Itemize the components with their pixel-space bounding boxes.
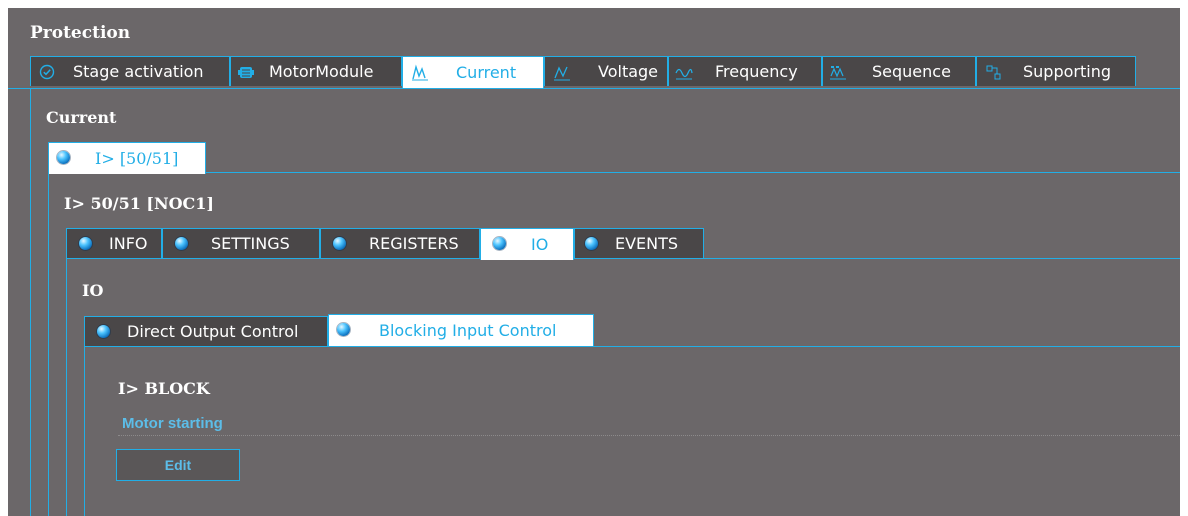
tab-label: Blocking Input Control xyxy=(379,321,557,340)
sequence-icon xyxy=(829,64,846,80)
tab-label: Stage activation xyxy=(73,62,204,81)
tab-label: Frequency xyxy=(715,62,798,81)
tab-io[interactable]: IO xyxy=(480,228,574,260)
tab-label: REGISTERS xyxy=(369,234,459,253)
status-orb-icon xyxy=(97,325,110,338)
tab-frequency[interactable]: Frequency xyxy=(668,56,822,86)
status-orb-icon xyxy=(79,237,92,250)
motor-icon xyxy=(237,64,254,80)
tab-label: INFO xyxy=(109,234,148,253)
io-title: IO xyxy=(82,281,104,300)
frequency-icon xyxy=(675,64,693,80)
current-wave-icon xyxy=(411,64,428,81)
tab-i-50-51[interactable]: I> [50/51] xyxy=(48,142,206,174)
tab-blocking-input-control[interactable]: Blocking Input Control xyxy=(328,314,594,346)
tab-registers[interactable]: REGISTERS xyxy=(320,228,480,258)
edit-button-label: Edit xyxy=(164,457,192,473)
tab-stage-activation[interactable]: Stage activation xyxy=(30,56,230,86)
io-tabbar-line xyxy=(84,346,1180,347)
tab-label: Current xyxy=(456,63,517,82)
stage-tabbar: INFO SETTINGS REGISTERS IO EVENTS xyxy=(8,228,1180,260)
tab-label: EVENTS xyxy=(615,234,679,253)
status-orb-icon xyxy=(175,237,188,250)
protection-tabbar-line xyxy=(8,88,1180,89)
status-orb-icon xyxy=(57,151,70,164)
current-tabbar: I> [50/51] xyxy=(8,142,1180,174)
app-window: Protection Stage activation MotorModule … xyxy=(8,8,1180,516)
stage-title: I> 50/51 [NOC1] xyxy=(64,194,214,213)
tab-motormodule[interactable]: MotorModule xyxy=(230,56,402,86)
status-orb-icon xyxy=(337,323,350,336)
tab-info[interactable]: INFO xyxy=(66,228,162,258)
protection-title: Protection xyxy=(30,23,131,43)
row-divider xyxy=(118,435,1180,436)
supporting-icon xyxy=(985,64,1001,80)
tab-supporting[interactable]: Supporting xyxy=(976,56,1136,86)
io-tabbar: Direct Output Control Blocking Input Con… xyxy=(8,314,1180,346)
tab-label: IO xyxy=(531,235,549,254)
current-title: Current xyxy=(46,108,117,127)
tab-settings[interactable]: SETTINGS xyxy=(162,228,320,258)
tab-label: Supporting xyxy=(1023,62,1111,81)
edit-button[interactable]: Edit xyxy=(116,449,240,481)
tab-current[interactable]: Current xyxy=(402,56,544,88)
tab-label: Voltage xyxy=(598,62,659,81)
tab-direct-output-control[interactable]: Direct Output Control xyxy=(84,316,328,346)
tab-voltage[interactable]: Voltage xyxy=(544,56,668,86)
check-circle-icon xyxy=(39,64,55,80)
tab-events[interactable]: EVENTS xyxy=(574,228,704,258)
io-content-border xyxy=(84,346,85,516)
motor-starting-label: Motor starting xyxy=(122,415,223,432)
block-title: I> BLOCK xyxy=(118,379,210,398)
voltage-icon xyxy=(553,64,570,81)
status-orb-icon xyxy=(493,237,506,250)
tab-label: MotorModule xyxy=(269,62,374,81)
status-orb-icon xyxy=(333,237,346,250)
tab-label: I> [50/51] xyxy=(95,149,179,168)
tab-label: Direct Output Control xyxy=(127,322,299,341)
tab-sequence[interactable]: Sequence xyxy=(822,56,976,86)
status-orb-icon xyxy=(585,237,598,250)
stage-content-border xyxy=(66,258,67,516)
protection-tabbar: Stage activation MotorModule Current Vol… xyxy=(8,56,1180,88)
tab-label: SETTINGS xyxy=(211,234,290,253)
tab-label: Sequence xyxy=(872,62,951,81)
